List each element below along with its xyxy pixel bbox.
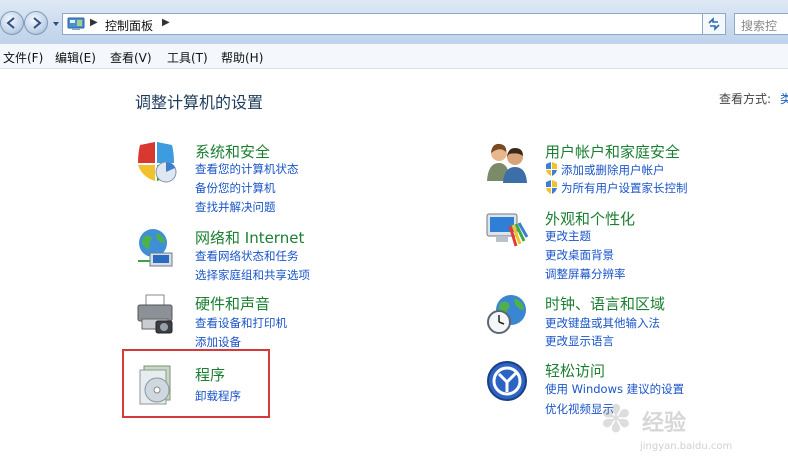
ease-of-access-icon[interactable] [486, 360, 528, 402]
forward-button[interactable] [24, 11, 48, 35]
clock-globe-icon[interactable] [486, 293, 528, 335]
link-backup-computer[interactable]: 备份您的计算机 [195, 180, 276, 196]
menu-edit[interactable]: 编辑(E) [55, 49, 96, 66]
menu-tools[interactable]: 工具(T) [167, 49, 208, 66]
page-title: 调整计算机的设置 [135, 93, 264, 112]
category-title[interactable]: 系统和安全 [195, 141, 270, 162]
menu-file[interactable]: 文件(F) [3, 49, 43, 66]
category-title[interactable]: 硬件和声音 [195, 293, 270, 314]
uac-shield-icon [546, 162, 557, 176]
baidu-paw-icon: ✽ [600, 397, 632, 441]
link-add-remove-accounts[interactable]: 添加或删除用户帐户 [561, 162, 665, 178]
category-title[interactable]: 轻松访问 [545, 360, 605, 381]
link-view-computer-status[interactable]: 查看您的计算机状态 [195, 161, 299, 177]
category-title[interactable]: 网络和 Internet [195, 227, 304, 248]
annotation-highlight-box [122, 349, 270, 418]
users-icon[interactable] [486, 141, 528, 183]
refresh-button[interactable] [702, 13, 726, 35]
link-network-status[interactable]: 查看网络状态和任务 [195, 248, 299, 264]
link-change-display-language[interactable]: 更改显示语言 [545, 333, 614, 349]
menu-view[interactable]: 查看(V) [110, 49, 152, 66]
breadcrumb-separator-icon[interactable]: ▶ [90, 17, 98, 28]
control-panel-icon [67, 17, 85, 30]
appearance-monitor-icon[interactable] [486, 208, 528, 250]
link-devices-printers[interactable]: 查看设备和打印机 [195, 315, 287, 331]
shield-icon[interactable] [136, 141, 178, 183]
category-title[interactable]: 外观和个性化 [545, 208, 635, 229]
link-homegroup-sharing[interactable]: 选择家庭组和共享选项 [195, 267, 310, 283]
forward-arrow-icon [33, 17, 42, 29]
breadcrumb-control-panel[interactable]: 控制面板 [105, 17, 153, 34]
link-adjust-resolution[interactable]: 调整屏幕分辨率 [545, 266, 626, 282]
printer-icon[interactable] [136, 293, 178, 335]
category-title[interactable]: 时钟、语言和区域 [545, 293, 665, 314]
link-troubleshoot[interactable]: 查找并解决问题 [195, 199, 276, 215]
menu-help[interactable]: 帮助(H) [221, 49, 263, 66]
link-change-theme[interactable]: 更改主题 [545, 228, 591, 244]
back-arrow-icon [6, 17, 15, 29]
link-change-keyboard-input[interactable]: 更改键盘或其他输入法 [545, 315, 660, 331]
category-title[interactable]: 用户帐户和家庭安全 [545, 141, 680, 162]
watermark: ✽ 经验 jingyan.baidu.com [600, 395, 785, 465]
view-by-label: 查看方式: [719, 92, 772, 106]
address-bar[interactable]: ▶ 控制面板 ▶ [62, 13, 726, 35]
recent-pages-dropdown[interactable] [52, 20, 60, 28]
breadcrumb-separator-icon[interactable]: ▶ [162, 17, 170, 28]
watermark-url: jingyan.baidu.com [640, 441, 733, 452]
search-input[interactable]: 搜索控 [734, 13, 788, 35]
link-add-device[interactable]: 添加设备 [195, 334, 241, 350]
refresh-icon [708, 17, 720, 31]
watermark-name: 经验 [642, 411, 687, 436]
uac-shield-icon [546, 180, 557, 194]
back-button[interactable] [0, 11, 24, 35]
view-by-dropdown[interactable]: 类 [780, 90, 788, 107]
menu-bar: 文件(F) 编辑(E) 查看(V) 工具(T) 帮助(H) [0, 44, 788, 69]
network-globe-icon[interactable] [136, 227, 178, 269]
link-parental-controls[interactable]: 为所有用户设置家长控制 [561, 180, 688, 196]
link-change-desktop-background[interactable]: 更改桌面背景 [545, 247, 614, 263]
